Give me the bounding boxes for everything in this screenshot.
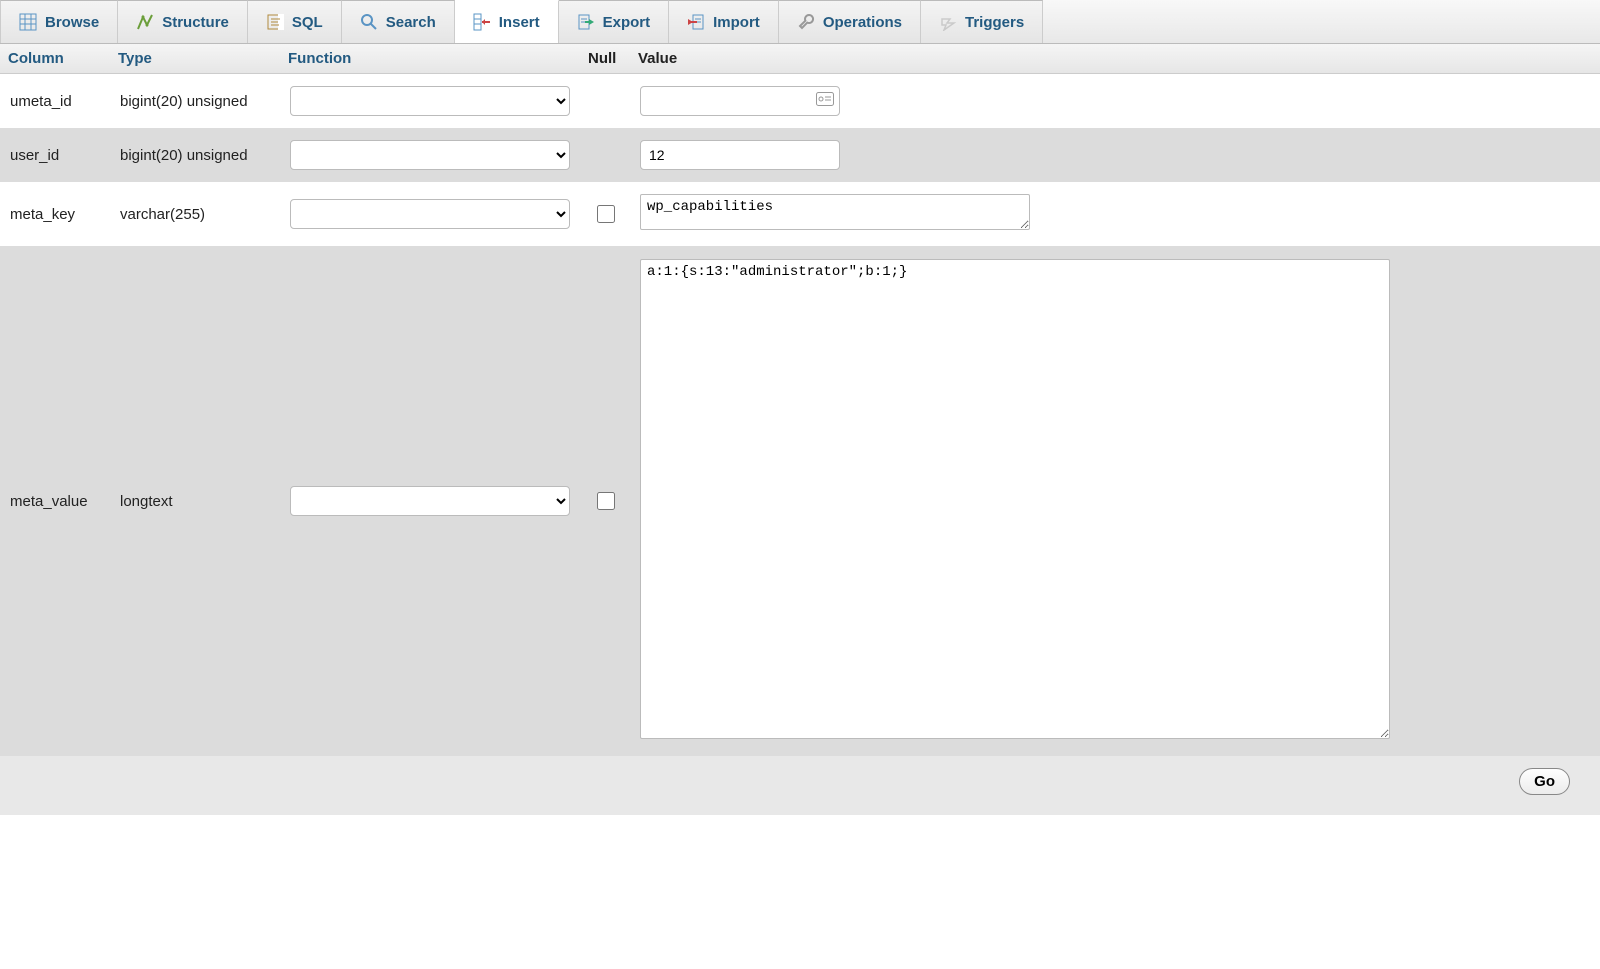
column-name: meta_key <box>0 194 110 235</box>
tab-operations[interactable]: Operations <box>779 0 921 43</box>
header-column: Column <box>0 44 110 73</box>
tab-insert[interactable]: Insert <box>455 0 559 43</box>
triggers-icon <box>939 13 957 31</box>
row-umeta-id: umeta_id bigint(20) unsigned <box>0 74 1600 128</box>
column-name: meta_value <box>0 481 110 522</box>
null-checkbox[interactable] <box>597 492 615 510</box>
header-function: Function <box>280 44 580 73</box>
insert-icon <box>473 13 491 31</box>
tab-structure[interactable]: Structure <box>118 0 248 43</box>
header-value: Value <box>630 44 1600 73</box>
tab-label: Search <box>386 14 436 31</box>
tab-import[interactable]: Import <box>669 0 779 43</box>
row-meta-key: meta_key varchar(255) <box>0 182 1600 246</box>
row-user-id: user_id bigint(20) unsigned <box>0 128 1600 182</box>
function-select[interactable] <box>290 86 570 116</box>
tab-bar: Browse Structure SQL Search Insert Expor… <box>0 0 1600 44</box>
row-meta-value: meta_value longtext <box>0 246 1600 756</box>
column-name: user_id <box>0 135 110 176</box>
column-type: varchar(255) <box>110 194 280 235</box>
tab-triggers[interactable]: Triggers <box>921 0 1043 43</box>
tab-label: Export <box>603 14 651 31</box>
table-icon <box>19 13 37 31</box>
column-name: umeta_id <box>0 81 110 122</box>
value-input[interactable] <box>640 86 840 116</box>
id-card-icon[interactable] <box>816 92 834 110</box>
function-select[interactable] <box>290 486 570 516</box>
import-icon <box>687 13 705 31</box>
tab-label: Triggers <box>965 14 1024 31</box>
function-select[interactable] <box>290 140 570 170</box>
tab-label: SQL <box>292 14 323 31</box>
tab-label: Import <box>713 14 760 31</box>
value-input[interactable] <box>640 140 840 170</box>
header-type: Type <box>110 44 280 73</box>
search-icon <box>360 13 378 31</box>
go-button[interactable]: Go <box>1519 768 1570 795</box>
null-checkbox[interactable] <box>597 205 615 223</box>
wrench-icon <box>797 13 815 31</box>
function-select[interactable] <box>290 199 570 229</box>
export-icon <box>577 13 595 31</box>
column-headers: Column Type Function Null Value <box>0 44 1600 74</box>
header-null: Null <box>580 44 630 73</box>
tab-browse[interactable]: Browse <box>0 0 118 43</box>
tab-label: Browse <box>45 14 99 31</box>
value-textarea[interactable] <box>640 259 1390 739</box>
tab-label: Operations <box>823 14 902 31</box>
footer-bar: Go <box>0 756 1600 815</box>
column-type: bigint(20) unsigned <box>110 81 280 122</box>
structure-icon <box>136 13 154 31</box>
tab-label: Insert <box>499 14 540 31</box>
tab-label: Structure <box>162 14 229 31</box>
column-type: longtext <box>110 481 280 522</box>
sql-icon <box>266 13 284 31</box>
value-textarea[interactable] <box>640 194 1030 230</box>
tab-search[interactable]: Search <box>342 0 455 43</box>
tab-sql[interactable]: SQL <box>248 0 342 43</box>
column-type: bigint(20) unsigned <box>110 135 280 176</box>
tab-export[interactable]: Export <box>559 0 670 43</box>
